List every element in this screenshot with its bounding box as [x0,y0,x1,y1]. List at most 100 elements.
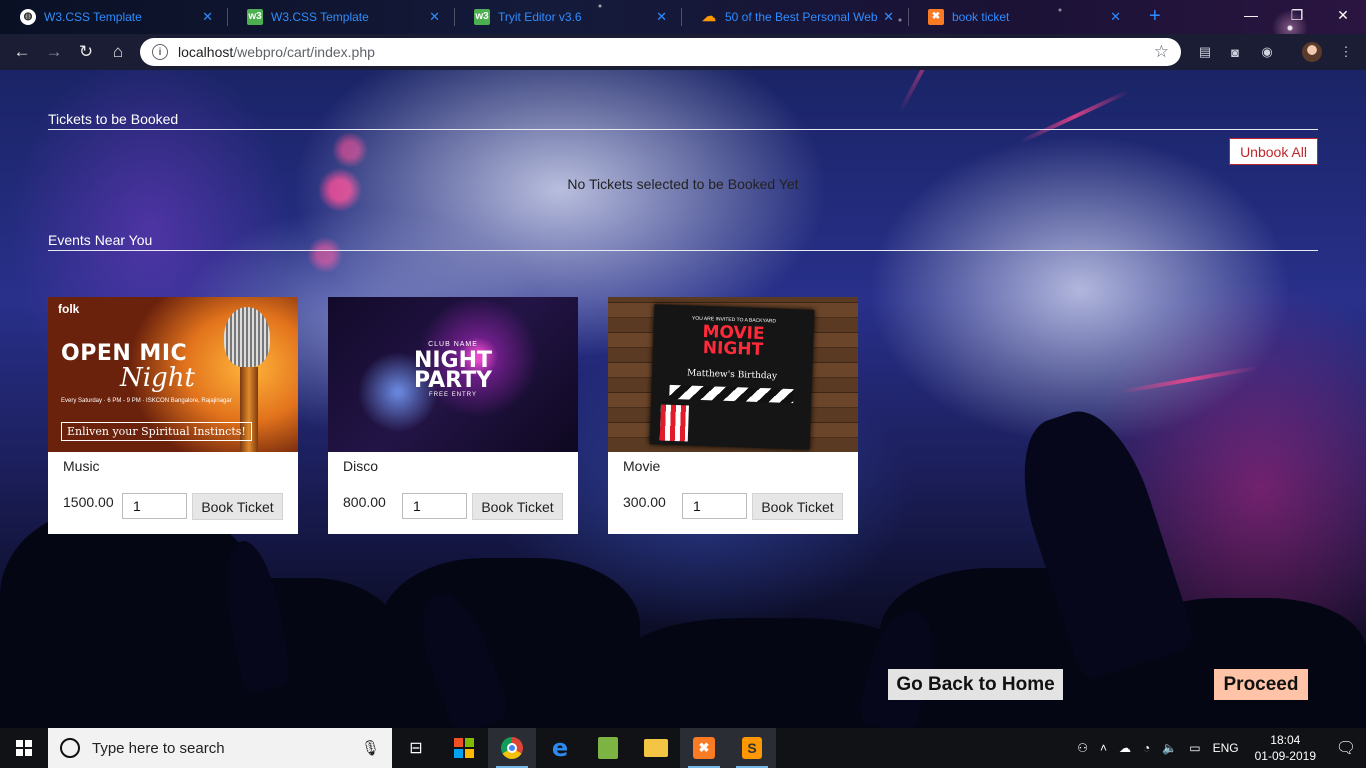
poster-subtitle: Night [120,363,195,393]
close-icon[interactable]: ✕ [883,9,894,25]
pages-extension-icon[interactable]: ▤ [1195,42,1215,62]
chevron-up-icon[interactable]: ˄ [1094,741,1113,755]
poster-title: NIGHT PARTY [328,350,578,393]
events-heading: Events Near You [48,232,1318,251]
event-poster-image: YOU ARE INVITED TO A BACKYARD MOVIE NIGH… [608,297,858,452]
go-back-home-button[interactable]: Go Back to Home [888,669,1063,700]
crowd-silhouette [180,578,400,728]
stage-light-beam [1119,365,1259,394]
unbook-all-button[interactable]: Unbook All [1229,138,1318,165]
browser-tab-strip: ◍ W3.CSS Template ✕ w3 W3.CSS Template ✕… [0,0,1366,34]
quantity-input[interactable] [402,493,467,519]
search-placeholder: Type here to search [92,739,225,757]
onedrive-icon[interactable]: ☁ [1113,741,1137,755]
file-explorer-app[interactable] [632,728,680,768]
tab-title: book ticket [952,9,1010,24]
edge-app[interactable]: e [536,728,584,768]
chrome-app[interactable] [488,728,536,768]
notification-icon[interactable]: 🗨 [1326,738,1366,758]
proceed-button[interactable]: Proceed [1214,669,1308,700]
tab-title: Tryit Editor v3.6 [498,9,582,24]
w3-icon: w3 [247,8,263,25]
quantity-input[interactable] [122,493,187,519]
folder-icon [644,739,668,757]
book-ticket-button[interactable]: Book Ticket [752,493,843,520]
system-tray: ⚇ ˄ ☁ ◔ 🔈 ▭ ENG 18:04 01-09-2019 🗨 [1071,728,1366,768]
book-ticket-button[interactable]: Book Ticket [192,493,283,520]
microphone-icon[interactable]: 🎙 [361,739,380,757]
event-name: Movie [623,458,661,474]
crowd-silhouette [380,558,640,728]
volume-icon[interactable]: 🔈 [1156,741,1183,755]
event-card: YOU ARE INVITED TO A BACKYARD MOVIE NIGH… [608,297,858,534]
forward-arrow-icon[interactable]: → [38,38,70,66]
poster-title-line2: PARTY [413,368,493,393]
people-icon[interactable]: ⚇ [1071,741,1094,755]
clock-time: 18:04 [1270,733,1301,747]
browser-tab[interactable]: ◍ W3.CSS Template ✕ [0,0,227,33]
wifi-icon[interactable]: ◔ [1137,741,1156,755]
info-icon[interactable]: i [152,44,168,60]
close-window-icon[interactable]: ✕ [1320,0,1366,30]
poster-info: Every Saturday · 6 PM - 9 PM · ISKCON Ba… [61,398,232,404]
xampp-icon: ✖ [928,8,944,25]
taskbar-search[interactable]: Type here to search 🎙 [48,728,392,768]
tickets-heading: Tickets to be Booked [48,111,1318,130]
minimize-icon[interactable]: — [1228,0,1274,30]
close-icon[interactable]: ✕ [656,9,667,25]
close-icon[interactable]: ✕ [429,9,440,25]
menu-kebab-icon[interactable]: ⋮ [1336,42,1356,62]
close-icon[interactable]: ✕ [1110,9,1121,25]
quantity-input[interactable] [682,493,747,519]
notepad-app[interactable] [584,728,632,768]
reload-icon[interactable]: ↻ [70,38,102,66]
event-name: Music [63,458,100,474]
poster-birthday: Matthew's Birthday [686,368,778,382]
xampp-icon: ✖ [693,737,715,759]
address-bar[interactable]: i localhost /webpro/cart/index.php ☆ [140,38,1181,66]
start-button[interactable] [0,728,48,768]
event-price: 1500.00 [63,494,114,510]
edge-icon: e [551,734,569,762]
task-view-icon[interactable]: ⊟ [392,728,440,768]
poster-brand: folk [58,302,80,316]
browser-tab-active[interactable]: ✖ book ticket ✕ [908,0,1135,33]
browser-tab[interactable]: w3 W3.CSS Template ✕ [227,0,454,33]
book-ticket-button[interactable]: Book Ticket [472,493,563,520]
browser-toolbar: ← → ↻ ⌂ i localhost /webpro/cart/index.p… [0,34,1366,70]
sync-extension-icon[interactable]: ◉ [1257,42,1277,62]
event-card: folk OPEN MIC Night Every Saturday · 6 P… [48,297,298,534]
sublime-app[interactable]: S [728,728,776,768]
browser-tab[interactable]: w3 Tryit Editor v3.6 ✕ [454,0,681,33]
event-name: Disco [343,458,379,474]
event-card: CLUB NAME NIGHT PARTY FREE ENTRY Disco 8… [328,297,578,534]
xampp-app[interactable]: ✖ [680,728,728,768]
restore-icon[interactable]: ❐ [1274,0,1320,30]
window-controls: — ❐ ✕ [1228,0,1366,30]
poster-title: MOVIE NIGHT [653,322,814,360]
profile-avatar[interactable] [1302,42,1322,62]
close-icon[interactable]: ✕ [202,9,213,25]
clock-date: 01-09-2019 [1254,749,1316,763]
new-tab-icon[interactable]: + [1149,0,1161,32]
language-indicator[interactable]: ENG [1207,741,1245,755]
notepad-icon [598,737,618,759]
store-app[interactable] [440,728,488,768]
event-poster-image: CLUB NAME NIGHT PARTY FREE ENTRY [328,297,578,452]
cortana-icon [60,738,80,758]
battery-icon[interactable]: ▭ [1183,741,1206,755]
store-icon [454,738,474,758]
home-icon[interactable]: ⌂ [102,38,134,66]
clock[interactable]: 18:04 01-09-2019 [1245,732,1326,764]
tab-title: W3.CSS Template [271,9,369,24]
camera-extension-icon[interactable]: ◙ [1225,42,1245,62]
empty-cart-message: No Tickets selected to be Booked Yet [567,176,799,192]
event-price: 300.00 [623,494,666,510]
w3-icon: w3 [474,8,490,25]
chrome-icon [501,737,523,759]
browser-tab[interactable]: ☁ 50 of the Best Personal Websit ✕ [681,0,908,33]
poster-club: CLUB NAME [428,341,478,348]
back-arrow-icon[interactable]: ← [6,38,38,66]
clapperboard-icon [669,384,794,404]
bookmark-star-icon[interactable]: ☆ [1154,42,1169,62]
